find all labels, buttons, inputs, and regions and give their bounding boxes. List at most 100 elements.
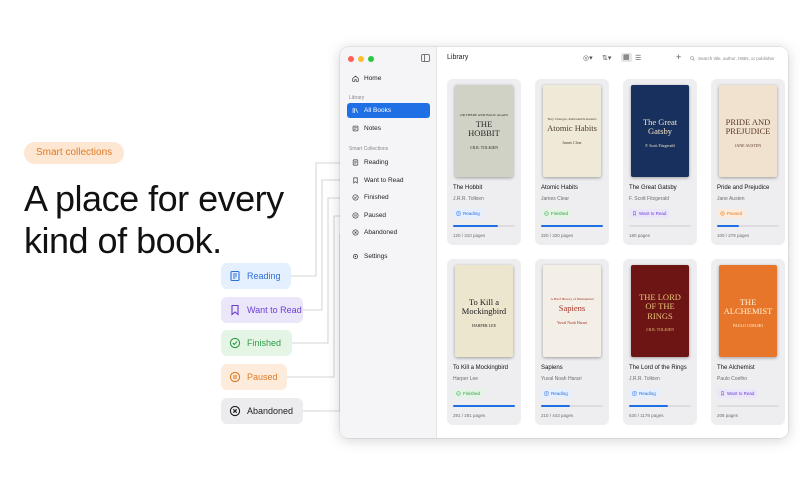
sidebar-item-want-to-read[interactable]: Want to Read (347, 173, 430, 188)
progress-fill (453, 225, 499, 227)
sidebar-item-label: Home (364, 75, 382, 82)
sidebar-item-label: Settings (364, 253, 388, 260)
book-icon (229, 270, 241, 282)
book-title: Atomic Habits (541, 185, 579, 191)
book-card[interactable]: THE ALCHEMIST PAULO COELHO The Alchemist… (711, 259, 785, 425)
page-count: 100 / 279 pages (717, 233, 750, 238)
sidebar-item-settings[interactable]: Settings (347, 249, 430, 264)
sidebar-toggle-icon[interactable] (421, 54, 430, 62)
book-card[interactable]: The Great Gatsby F. Scott Fitzgerald The… (623, 79, 697, 245)
cover-subtitle: Tiny Changes, Remarkable Results (547, 117, 597, 122)
sidebar-item-label: All Books (364, 107, 392, 114)
sidebar-item-reading[interactable]: Reading (347, 155, 430, 170)
sidebar-item-label: Paused (364, 211, 387, 219)
progress-bar (541, 225, 603, 227)
cover-author: J.R.R. TOLKIEN (645, 327, 675, 333)
close-window-button[interactable] (348, 56, 354, 62)
sidebar-item-home[interactable]: Home (347, 71, 430, 86)
book-cover: THE ALCHEMIST PAULO COELHO (719, 265, 777, 357)
book-author: J.R.R. Tolkien (453, 196, 484, 202)
sidebar-item-label: Reading (364, 159, 389, 166)
house-icon (352, 75, 359, 82)
book-card[interactable]: To Kill a Mockingbird HARPER LEE To Kill… (447, 259, 521, 425)
status-badge: Want to Read (717, 389, 758, 398)
collection-chip-reading[interactable]: Reading (221, 263, 291, 289)
sort-menu-icon[interactable]: ⇅▾ (602, 54, 611, 62)
book-card[interactable]: A Brief History of Humankind Sapiens Yuv… (535, 259, 609, 425)
sidebar-item-abandoned[interactable]: Abandoned (347, 225, 430, 240)
chip-label: Paused (247, 372, 278, 382)
toolbar: Library ◎▾ ⇅▾ ▦ ☰ + Search title, author… (437, 47, 788, 69)
status-badge: Finished (453, 389, 484, 398)
sidebar: Home Library All Books Notes Smart Colle… (340, 47, 437, 438)
progress-fill (541, 405, 571, 407)
book-cover: PRIDE AND PREJUDICE JANE AUSTEN (719, 85, 777, 177)
book-title: To Kill a Mockingbird (453, 365, 509, 371)
progress-fill (717, 225, 739, 227)
book-icon (352, 159, 359, 166)
bookmark-icon (720, 391, 725, 396)
library-section-label: Library (349, 95, 365, 101)
collection-chip-finished[interactable]: Finished (221, 330, 292, 356)
page-count: 320 / 320 pages (541, 233, 574, 238)
book-title: Sapiens (541, 365, 563, 371)
pause-circle-icon (720, 211, 725, 216)
status-label: Reading (639, 391, 656, 396)
collection-chip-abandoned[interactable]: Abandoned (221, 398, 303, 424)
search-placeholder: Search title, author, ISBN, or publisher (698, 55, 775, 61)
book-card[interactable]: THE LORD OF THE RINGS J.R.R. TOLKIEN The… (623, 259, 697, 425)
main-content: Library ◎▾ ⇅▾ ▦ ☰ + Search title, author… (437, 47, 788, 438)
books-icon (352, 108, 358, 113)
page-count: 630 / 1178 pages (629, 413, 664, 418)
cover-author: HARPER LEE (471, 322, 497, 328)
add-book-button[interactable]: + (676, 52, 681, 62)
sidebar-item-all-books[interactable]: All Books (347, 103, 430, 118)
progress-bar (629, 405, 691, 407)
cover-subtitle: A Brief History of Humankind (550, 297, 594, 302)
progress-fill (541, 225, 603, 227)
book-cover: To Kill a Mockingbird HARPER LEE (455, 265, 513, 357)
pause-circle-icon (352, 212, 359, 219)
page-count: 180 pages (629, 233, 651, 238)
sidebar-item-finished[interactable]: Finished (347, 190, 430, 205)
cover-author: F. Scott Fitzgerald (645, 142, 675, 148)
collection-chip-paused[interactable]: Paused (221, 364, 287, 390)
progress-bar (453, 225, 515, 227)
list-view-icon[interactable]: ☰ (635, 54, 641, 62)
app-window: Home Library All Books Notes Smart Colle… (340, 47, 788, 438)
zoom-window-button[interactable] (368, 56, 374, 62)
book-title: The Alchemist (717, 365, 755, 371)
book-cover: A Brief History of Humankind Sapiens Yuv… (543, 265, 601, 357)
page-count: 210 / 443 pages (541, 413, 574, 418)
window-controls (348, 56, 374, 62)
cover-title: Atomic Habits (547, 123, 597, 134)
bookmark-icon (229, 304, 241, 316)
sidebar-item-notes[interactable]: Notes (347, 121, 430, 136)
minimize-window-button[interactable] (358, 56, 364, 62)
book-author: F. Scott Fitzgerald (629, 196, 670, 202)
filter-menu-icon[interactable]: ◎▾ (583, 54, 593, 62)
check-circle-icon (456, 391, 461, 396)
grid-view-icon[interactable]: ▦ (621, 53, 632, 62)
book-card[interactable]: OR THERE AND BACK AGAIN THE HOBBIT J.R.R… (447, 79, 521, 245)
status-label: Finished (463, 391, 481, 396)
sidebar-item-paused[interactable]: Paused (347, 208, 430, 223)
book-card[interactable]: Tiny Changes, Remarkable Results Atomic … (535, 79, 609, 245)
collection-chip-want-to-read[interactable]: Want to Read (221, 297, 303, 323)
progress-bar (453, 405, 515, 407)
pause-circle-icon (229, 371, 241, 383)
status-label: Reading (551, 391, 568, 396)
book-card[interactable]: PRIDE AND PREJUDICE JANE AUSTEN Pride an… (711, 79, 785, 245)
search-field[interactable]: Search title, author, ISBN, or publisher (690, 53, 784, 63)
status-badge: Finished (541, 209, 572, 218)
x-circle-icon (229, 405, 241, 417)
status-label: Want to Read (727, 391, 755, 396)
headline: A place for every kind of book. (24, 178, 284, 261)
notes-icon (352, 125, 359, 132)
book-cover: The Great Gatsby F. Scott Fitzgerald (631, 85, 689, 177)
book-author: J.R.R. Tolkien (629, 376, 660, 382)
cover-author: JANE AUSTEN (734, 142, 762, 148)
status-label: Want to Read (639, 211, 667, 216)
progress-bar (717, 225, 779, 227)
x-circle-icon (352, 229, 359, 236)
